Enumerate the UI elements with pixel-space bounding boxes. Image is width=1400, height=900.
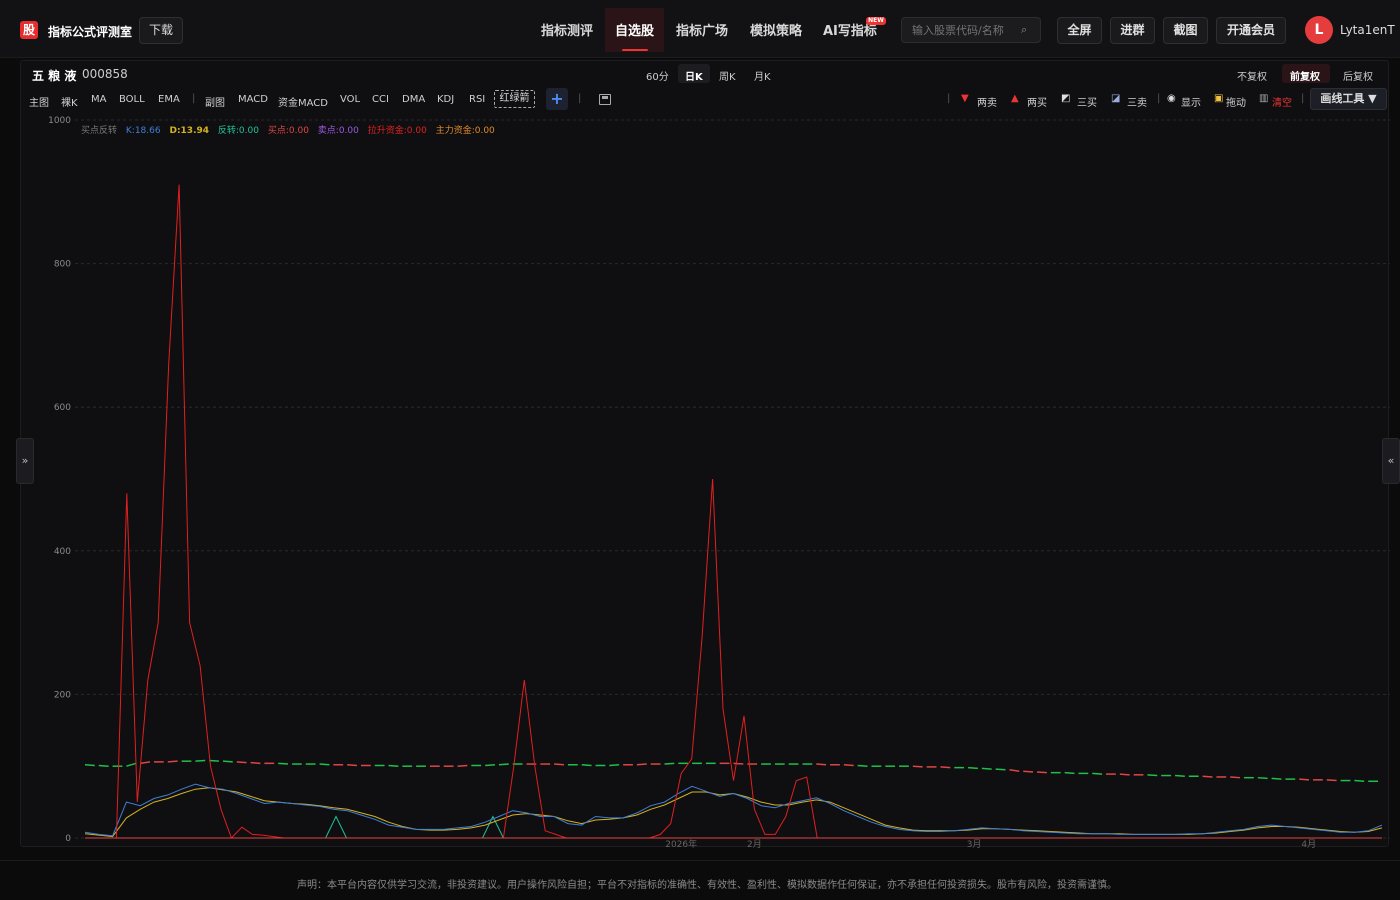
price-segment [236, 761, 247, 764]
series-line-K [84, 783, 1383, 837]
price-segment [1202, 775, 1213, 778]
price-segment [1064, 771, 1075, 775]
expand-right-icon[interactable]: « [1382, 438, 1400, 484]
price-segment [167, 760, 178, 763]
price-segment [498, 763, 509, 766]
price-segment [1174, 774, 1185, 778]
series-line-拉升资金 [85, 184, 1382, 839]
price-segment [319, 763, 330, 766]
x-tick-label: 4月 [1301, 839, 1316, 850]
price-segment [1230, 776, 1241, 779]
price-segment [1023, 770, 1034, 773]
price-segment [1257, 776, 1268, 780]
price-segment [609, 764, 620, 767]
price-segment [347, 764, 358, 767]
price-segment [84, 764, 95, 767]
y-tick-label: 1000 [48, 116, 71, 126]
price-segment [209, 759, 220, 762]
price-segment [857, 764, 868, 767]
price-segment [1119, 773, 1130, 776]
price-segment [581, 764, 592, 767]
price-segment [278, 762, 289, 765]
price-segment [457, 764, 468, 767]
y-tick-label: 0 [65, 834, 71, 844]
price-segment [1354, 779, 1365, 783]
x-tick-label: 2026年 [665, 838, 697, 850]
y-tick-label: 400 [54, 547, 71, 557]
indicator-chart[interactable]: 1000 800 600 400 200 0 2026年 2月 3月 4月 [0, 0, 1400, 860]
price-segment [98, 764, 109, 767]
price-segment [733, 762, 744, 765]
price-segment [968, 766, 978, 770]
expand-left-icon[interactable]: » [16, 438, 34, 484]
price-segment [1009, 769, 1020, 772]
series-line-D [84, 787, 1383, 838]
y-tick-label: 600 [54, 403, 71, 413]
footer-divider [0, 860, 1400, 861]
price-segment [195, 759, 206, 762]
price-segment [554, 763, 564, 766]
y-tick-label: 800 [54, 260, 71, 270]
price-segment [126, 762, 137, 767]
price-segment [140, 761, 151, 765]
price-segment [1326, 779, 1337, 782]
price-segment [222, 760, 233, 763]
price-segment [664, 762, 675, 765]
price-segment [843, 764, 854, 767]
price-segment [636, 763, 647, 766]
y-tick-label: 200 [54, 690, 71, 700]
price-segment [912, 765, 923, 768]
x-tick-label: 2月 [747, 839, 762, 850]
price-segment [995, 768, 1006, 771]
price-segment [388, 764, 399, 767]
price-segment [485, 764, 495, 767]
x-tick-label: 3月 [967, 839, 982, 850]
price-segment [1092, 772, 1103, 775]
price-segment [1036, 771, 1047, 774]
price-segment [1147, 774, 1158, 777]
price-segment [1271, 777, 1282, 780]
price-segment [1299, 778, 1310, 781]
price-segment [981, 767, 992, 770]
price-segment [250, 761, 261, 765]
price-segment [816, 763, 827, 766]
price-segment [940, 766, 951, 769]
disclaimer: 声明：本平台内容仅供学习交流，非投资建议。用户操作风险自担；平台不对指标的准确性… [297, 880, 1117, 891]
